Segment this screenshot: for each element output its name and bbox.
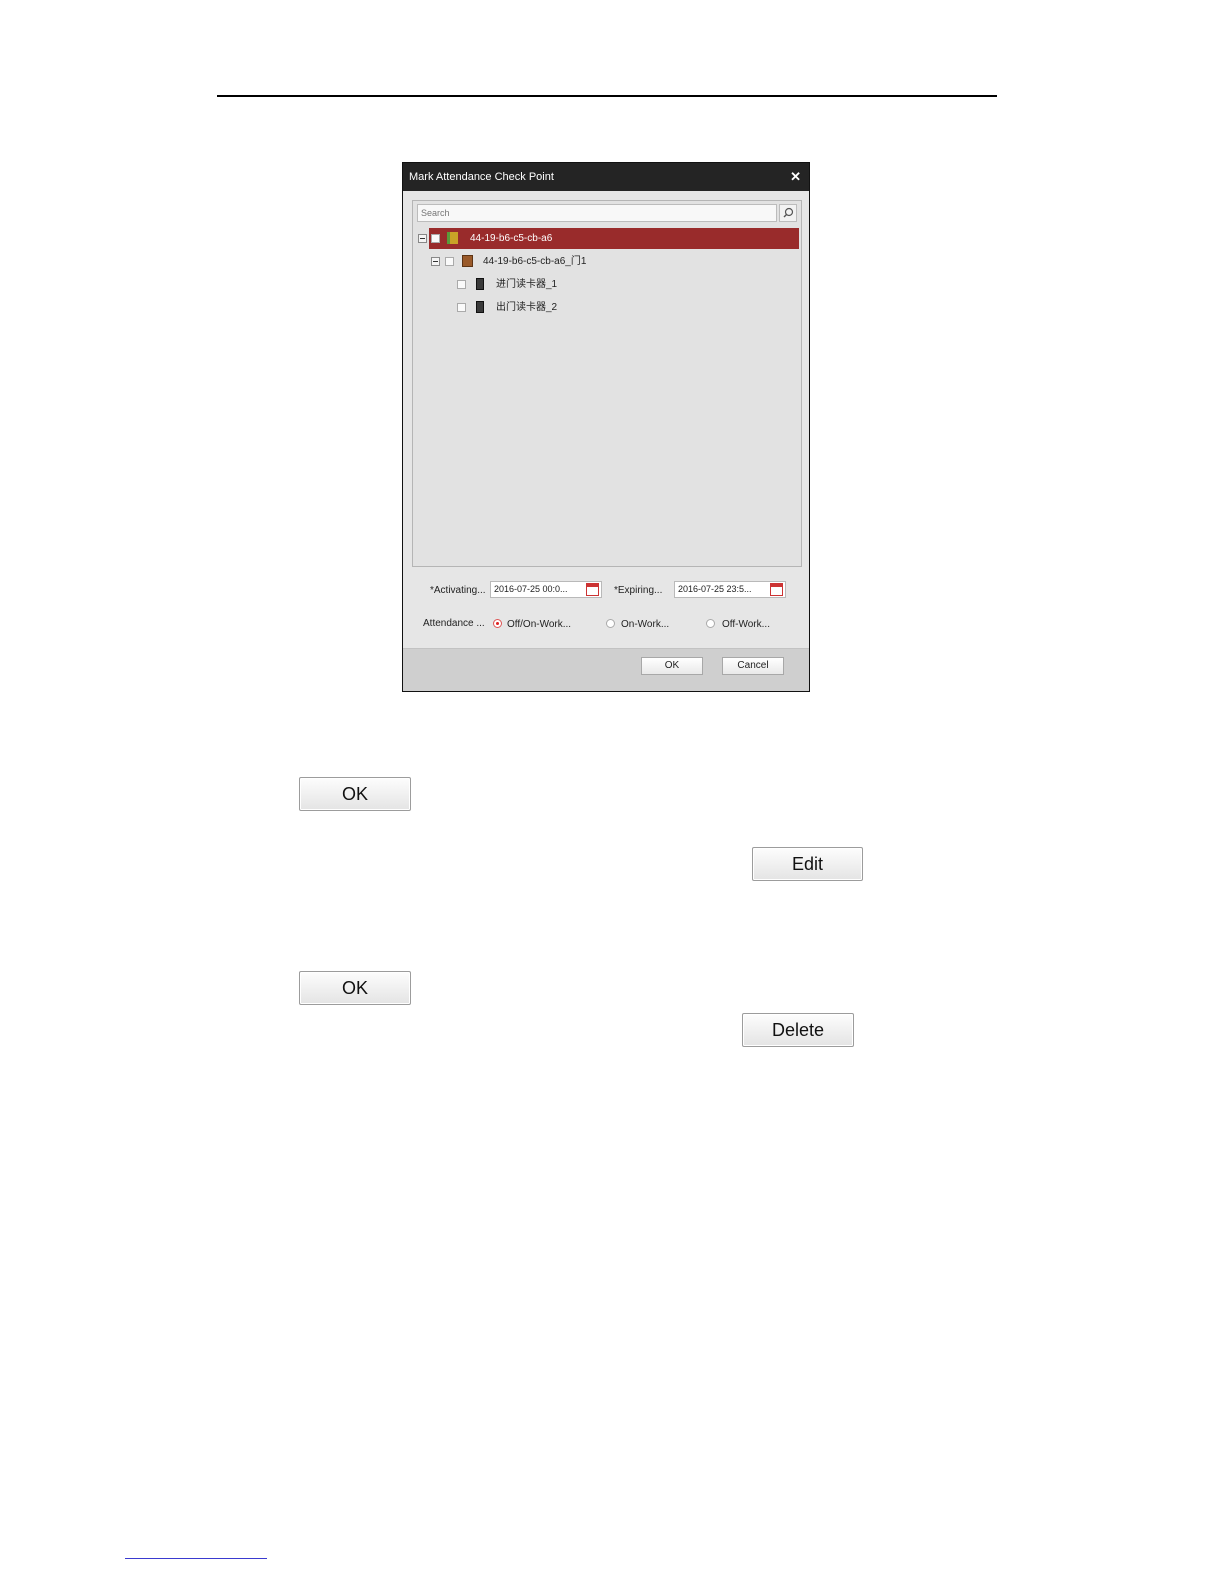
attendance-option-label: On-Work...	[621, 619, 670, 630]
close-icon[interactable]: ✕	[790, 163, 801, 191]
device-icon	[447, 232, 458, 244]
door-icon	[462, 255, 473, 267]
tree-label: 出门读卡器_2	[496, 302, 558, 313]
card-reader-icon	[476, 301, 484, 313]
dialog-titlebar: Mark Attendance Check Point ✕	[403, 163, 809, 191]
ok-button[interactable]: OK	[641, 657, 703, 675]
edit-button[interactable]: Edit	[752, 847, 863, 881]
device-tree-panel: 44-19-b6-c5-cb-a6 44-19-b6-c5-cb-a6_门1 进…	[412, 200, 802, 567]
collapse-icon[interactable]	[418, 234, 427, 243]
mark-attendance-dialog: Mark Attendance Check Point ✕ 44-19-b6-c…	[402, 162, 810, 692]
ok-button[interactable]: OK	[299, 971, 411, 1005]
ok-button[interactable]: OK	[299, 777, 411, 811]
tree-checkbox[interactable]	[457, 280, 466, 289]
tree-row-device[interactable]: 44-19-b6-c5-cb-a6	[418, 228, 799, 249]
tree-checkbox[interactable]	[431, 234, 440, 243]
attendance-label: Attendance ...	[423, 618, 485, 629]
collapse-icon[interactable]	[431, 257, 440, 266]
calendar-icon[interactable]	[770, 583, 783, 596]
search-icon	[783, 207, 794, 218]
attendance-radio-off-work[interactable]	[706, 619, 715, 628]
tree-label: 进门读卡器_1	[496, 279, 558, 290]
calendar-icon[interactable]	[586, 583, 599, 596]
search-input[interactable]	[417, 204, 777, 222]
expiring-label: *Expiring...	[614, 585, 663, 596]
attendance-option-label: Off/On-Work...	[507, 619, 572, 630]
tree-label: 44-19-b6-c5-cb-a6	[470, 233, 553, 244]
tree-label: 44-19-b6-c5-cb-a6_门1	[483, 256, 587, 267]
card-reader-icon	[476, 278, 484, 290]
cancel-button[interactable]: Cancel	[722, 657, 784, 675]
footnote-link-underline	[125, 1558, 267, 1559]
attendance-option-label: Off-Work...	[722, 619, 770, 630]
attendance-radio-on-work[interactable]	[606, 619, 615, 628]
tree-checkbox[interactable]	[445, 257, 454, 266]
tree-row-reader[interactable]: 出门读卡器_2	[429, 297, 799, 318]
tree-row-door[interactable]: 44-19-b6-c5-cb-a6_门1	[429, 251, 799, 272]
tree-row-reader[interactable]: 进门读卡器_1	[429, 274, 799, 295]
dialog-footer: OK Cancel	[403, 648, 809, 691]
activating-label: *Activating...	[430, 585, 486, 596]
dialog-title: Mark Attendance Check Point	[409, 171, 554, 183]
tree-checkbox[interactable]	[457, 303, 466, 312]
attendance-radio-offon-work[interactable]	[493, 619, 502, 628]
header-rule	[217, 95, 997, 97]
search-button[interactable]	[779, 204, 797, 222]
delete-button[interactable]: Delete	[742, 1013, 854, 1047]
